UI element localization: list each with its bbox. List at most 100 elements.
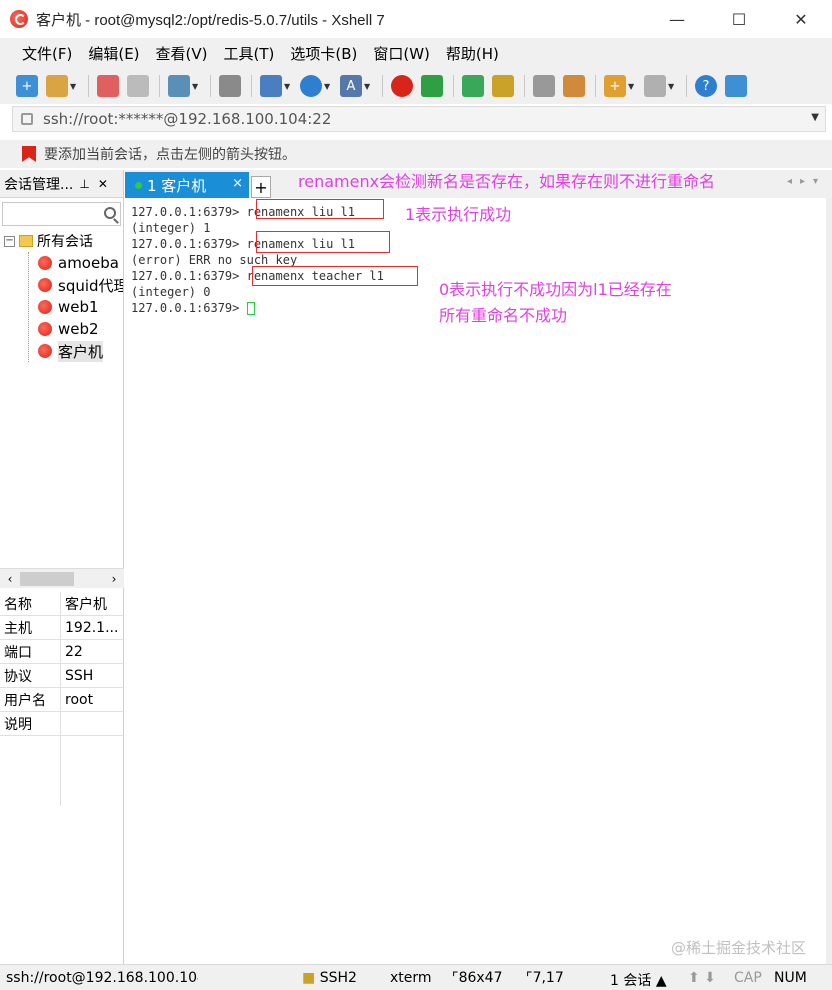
scroll-right-icon[interactable]: › bbox=[104, 572, 124, 586]
status-bar: ssh://root@192.168.100.104:2 ■ SSH2 xter… bbox=[0, 964, 832, 990]
disconnect-icon[interactable] bbox=[127, 75, 149, 97]
terminal-area[interactable]: 127.0.0.1:6379> renamenx liu l1 (integer… bbox=[125, 198, 832, 964]
menu-window[interactable]: 窗口(W) bbox=[365, 43, 438, 64]
session-search-input[interactable] bbox=[2, 202, 121, 226]
toolbar-separator bbox=[251, 75, 252, 97]
grid-icon[interactable] bbox=[644, 75, 666, 97]
terminal-vertical-scrollbar[interactable] bbox=[826, 198, 832, 964]
nav-arrows-icon[interactable]: ⬆ ⬇ bbox=[688, 970, 716, 986]
close-icon[interactable]: ✕ bbox=[98, 177, 108, 191]
tree-root-all-sessions[interactable]: − 所有会话 bbox=[0, 230, 123, 252]
chevron-down-icon[interactable]: ▼ bbox=[364, 82, 372, 91]
lock-icon[interactable] bbox=[492, 75, 514, 97]
chevron-down-icon[interactable]: ▼ bbox=[70, 82, 78, 91]
menu-edit[interactable]: 编辑(E) bbox=[80, 43, 147, 64]
annotation-top: renamenx会检测新名是否存在，如果存在则不进行重命名 bbox=[298, 172, 716, 191]
pin-icon[interactable]: ⊥ bbox=[79, 177, 89, 191]
chevron-down-icon[interactable]: ▼ bbox=[284, 82, 292, 91]
chevron-down-icon[interactable]: ▼ bbox=[628, 82, 636, 91]
chevron-down-icon[interactable]: ▼ bbox=[324, 82, 332, 91]
menu-bar: 文件(F) 编辑(E) 查看(V) 工具(T) 选项卡(B) 窗口(W) 帮助(… bbox=[0, 38, 832, 68]
chevron-down-icon[interactable]: ▼ bbox=[192, 82, 200, 91]
scroll-left-icon[interactable]: ‹ bbox=[0, 572, 20, 586]
status-size: ⌜86x47 bbox=[452, 970, 503, 986]
property-row: 说明 bbox=[0, 712, 124, 736]
session-item-web2[interactable]: web2 bbox=[0, 318, 123, 340]
toolbar-separator bbox=[595, 75, 596, 97]
session-icon bbox=[38, 322, 52, 336]
collapse-icon[interactable]: − bbox=[4, 235, 15, 247]
scrollbar-thumb[interactable] bbox=[20, 571, 74, 586]
help-icon[interactable]: ? bbox=[695, 75, 717, 97]
add-folder-icon[interactable]: + bbox=[604, 75, 626, 97]
bookmark-arrow-icon[interactable] bbox=[22, 146, 36, 162]
status-connection: ssh://root@192.168.100.104:2 bbox=[6, 970, 198, 986]
session-item-amoeba[interactable]: amoeba bbox=[0, 252, 123, 274]
fullscreen-icon[interactable] bbox=[462, 75, 484, 97]
chat-icon[interactable] bbox=[725, 75, 747, 97]
minimize-button[interactable]: — bbox=[646, 0, 708, 38]
session-icon bbox=[38, 300, 52, 314]
search-icon[interactable] bbox=[104, 207, 116, 219]
tab-client[interactable]: 1 客户机 × bbox=[125, 172, 249, 198]
session-item-client[interactable]: 客户机 bbox=[0, 340, 123, 362]
address-bar[interactable]: ssh://root:******@192.168.100.104:22 ▼ bbox=[12, 106, 826, 132]
new-tab-button[interactable]: + bbox=[251, 176, 271, 198]
open-folder-icon[interactable] bbox=[46, 75, 68, 97]
xftp-icon[interactable] bbox=[421, 75, 443, 97]
menu-tabs[interactable]: 选项卡(B) bbox=[282, 43, 365, 64]
property-key: 端口 bbox=[0, 640, 61, 663]
chevron-down-icon[interactable]: ▼ bbox=[811, 112, 819, 123]
tree-root-label: 所有会话 bbox=[37, 234, 93, 250]
toolbar-separator bbox=[210, 75, 211, 97]
property-filler bbox=[0, 736, 124, 806]
font-icon[interactable]: A bbox=[340, 75, 362, 97]
globe-icon[interactable] bbox=[300, 75, 322, 97]
connect-icon[interactable] bbox=[97, 75, 119, 97]
highlight-box bbox=[252, 266, 418, 286]
session-icon bbox=[38, 256, 52, 270]
property-key: 主机 bbox=[0, 616, 61, 639]
close-button[interactable]: ✕ bbox=[770, 0, 832, 38]
annotation-success: 1表示执行成功 bbox=[405, 205, 512, 224]
session-properties-table: 名称 客户机 主机 192.1... 端口 22 协议 SSH 用户名 root… bbox=[0, 592, 124, 806]
session-icon bbox=[38, 344, 52, 358]
property-row: 主机 192.1... bbox=[0, 616, 124, 640]
menu-help[interactable]: 帮助(H) bbox=[438, 43, 507, 64]
connected-status-icon bbox=[135, 181, 142, 189]
terminal-cursor bbox=[246, 302, 255, 315]
session-tree: − 所有会话 amoeba squid代理 web1 web2 客户机 bbox=[0, 230, 123, 362]
session-item-squid[interactable]: squid代理 bbox=[0, 274, 123, 296]
menu-view[interactable]: 查看(V) bbox=[148, 43, 216, 64]
sidebar-horizontal-scrollbar[interactable]: ‹ › bbox=[0, 568, 124, 588]
toolbar-separator bbox=[382, 75, 383, 97]
up-arrow-icon[interactable]: ▲ bbox=[656, 973, 667, 989]
session-item-web1[interactable]: web1 bbox=[0, 296, 123, 318]
xshell-icon[interactable] bbox=[391, 75, 413, 97]
toolbar-separator bbox=[453, 75, 454, 97]
session-manager-panel: 会话管理... ⊥ ✕ − 所有会话 amoeba squid代理 web1 w… bbox=[0, 170, 124, 964]
close-tab-icon[interactable]: × bbox=[232, 176, 243, 191]
find-icon[interactable] bbox=[219, 75, 241, 97]
properties-icon[interactable] bbox=[168, 75, 190, 97]
hint-text: 要添加当前会话，点击左侧的箭头按钮。 bbox=[44, 147, 296, 163]
new-session-icon[interactable]: + bbox=[16, 75, 38, 97]
annotation-fail-1: 0表示执行不成功因为l1已经存在 bbox=[439, 280, 672, 299]
lock-icon: ■ bbox=[302, 970, 316, 986]
hint-bar: 要添加当前会话，点击左侧的箭头按钮。 bbox=[0, 140, 832, 168]
status-protocol: ■ SSH2 bbox=[302, 970, 357, 986]
compose-icon[interactable] bbox=[563, 75, 585, 97]
layout-icon[interactable] bbox=[260, 75, 282, 97]
keyboard-icon[interactable] bbox=[533, 75, 555, 97]
toolbar-separator bbox=[88, 75, 89, 97]
chevron-down-icon[interactable]: ▼ bbox=[668, 82, 676, 91]
menu-file[interactable]: 文件(F) bbox=[14, 43, 80, 64]
maximize-button[interactable]: ☐ bbox=[708, 0, 770, 38]
menu-tools[interactable]: 工具(T) bbox=[216, 43, 283, 64]
address-input[interactable]: ssh://root:******@192.168.100.104:22 bbox=[43, 110, 331, 128]
session-manager-title: 会话管理... bbox=[4, 176, 74, 193]
session-icon bbox=[38, 278, 52, 292]
status-cursor: ⌜7,17 bbox=[526, 970, 564, 986]
tab-scroll-arrows-icon[interactable]: ◂▸▾ bbox=[787, 176, 826, 187]
property-value: root bbox=[65, 691, 94, 708]
